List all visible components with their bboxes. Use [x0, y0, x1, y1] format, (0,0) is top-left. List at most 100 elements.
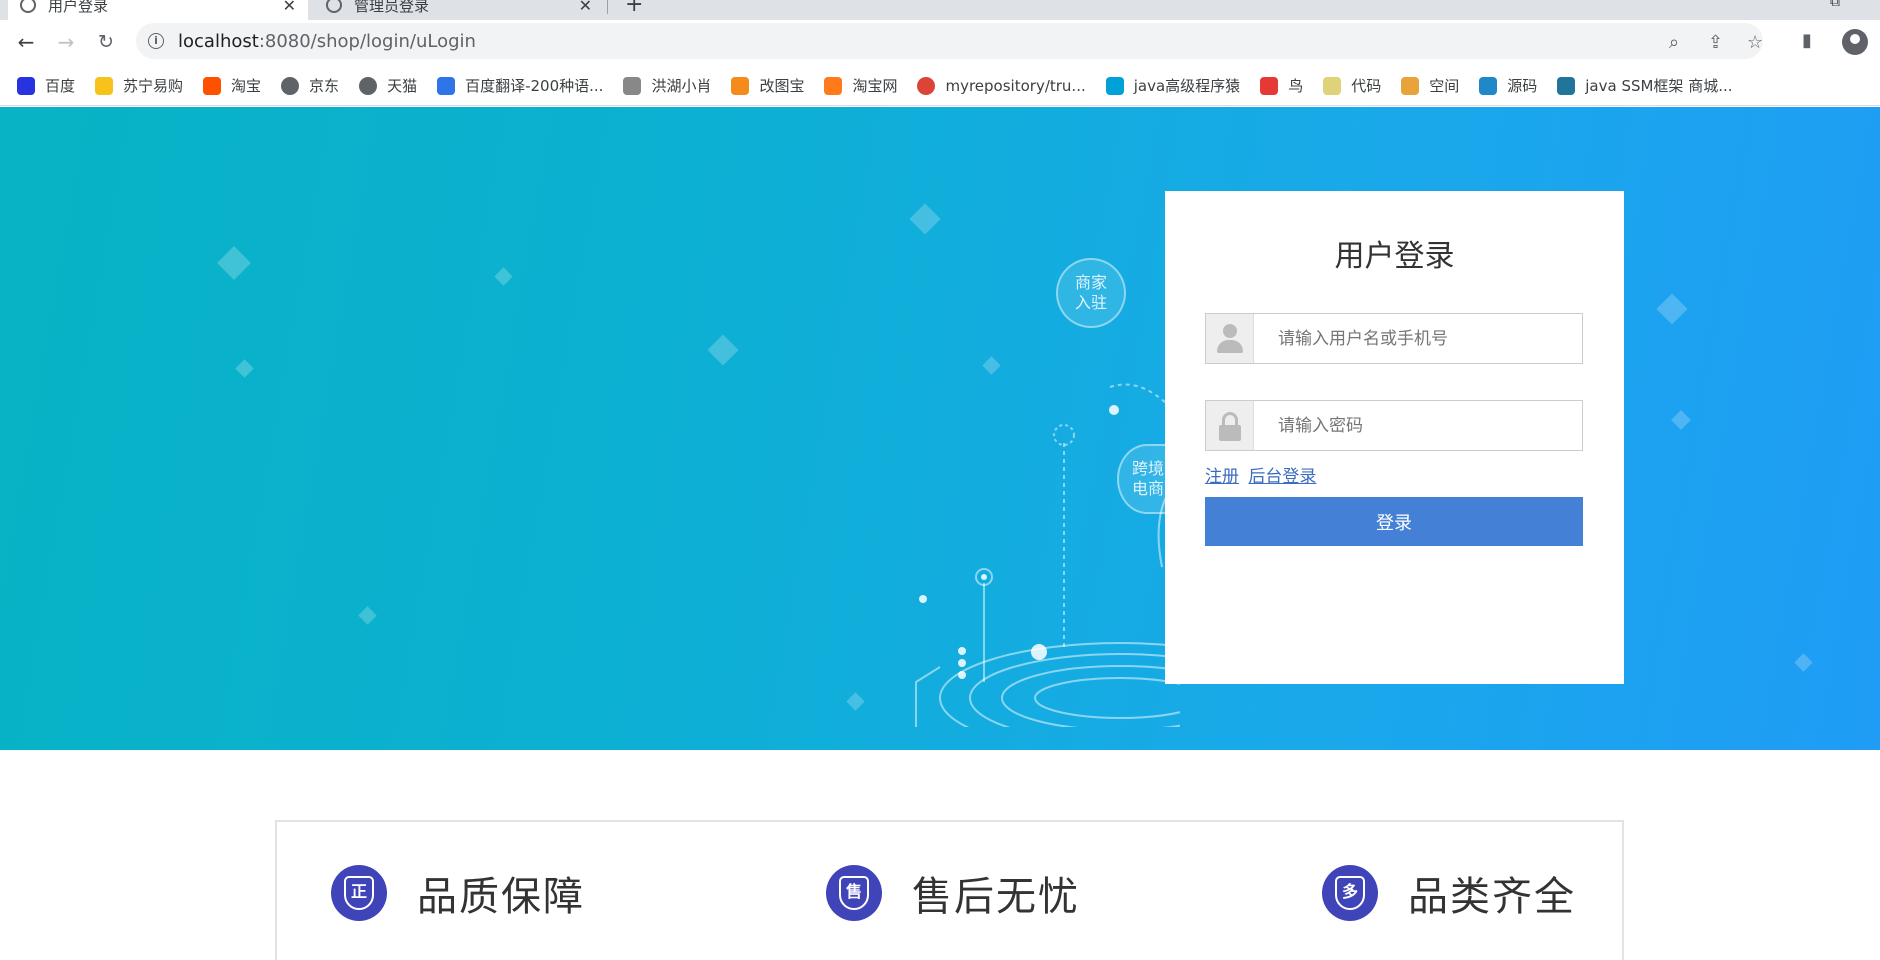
- register-link[interactable]: 注册: [1205, 467, 1239, 487]
- bookmark-label: 天猫: [387, 77, 418, 95]
- gaitubao-icon: [731, 76, 750, 95]
- password-input[interactable]: [1254, 401, 1582, 450]
- bookmark-item[interactable]: 改图宝: [731, 75, 804, 96]
- profile-avatar-icon[interactable]: [1842, 29, 1868, 55]
- tab-title: 管理员登录: [354, 0, 430, 15]
- reload-icon[interactable]: ↻: [91, 27, 121, 57]
- bookmark-item[interactable]: 空间: [1401, 75, 1459, 96]
- feature-label: 品类齐全: [1408, 874, 1576, 920]
- password-field[interactable]: [1205, 400, 1583, 451]
- bubble-label: 跨境 电商: [1131, 459, 1164, 498]
- bookmark-label: 空间: [1429, 77, 1460, 95]
- features-panel: 正 品质保障 售 售后无忧 多 品类齐全: [275, 820, 1624, 960]
- bookmark-item[interactable]: 淘宝: [203, 75, 261, 96]
- url-text[interactable]: localhost:8080/shop/login/uLogin: [178, 31, 476, 52]
- decor-diamond: [494, 267, 513, 286]
- bilibili-icon: [1105, 76, 1124, 95]
- bookmark-item[interactable]: myrepository/tru...: [917, 76, 1086, 95]
- baidu-paw-icon: [17, 76, 35, 95]
- bookmarks-bar: 百度 苏宁易购 淘宝 京东 天猫 百度翻译-200种语... 洪湖小肖 改图宝 淘宝网 myrep…: [0, 66, 1880, 106]
- wordpress-icon: [1557, 76, 1576, 95]
- address-bar[interactable]: i localhost:8080/shop/login/uLogin ⌕ ⇪ ☆: [136, 23, 1763, 59]
- tab-user-login[interactable]: 用户登录 ✕: [8, 0, 308, 20]
- bookmark-item[interactable]: 百度翻译-200种语...: [437, 75, 603, 96]
- bookmark-item[interactable]: java SSM框架 商城...: [1557, 75, 1733, 96]
- decor-diamond: [707, 334, 739, 366]
- bookmark-label: 洪湖小肖: [651, 77, 712, 95]
- share-icon[interactable]: ⇪: [1708, 32, 1723, 53]
- feature-label: 售后无忧: [912, 874, 1080, 920]
- bookmark-label: 鸟: [1288, 77, 1304, 95]
- login-title: 用户登录: [1334, 239, 1455, 274]
- code-icon: [1323, 76, 1342, 95]
- hhxx-icon: [623, 76, 642, 95]
- decor-diamond: [217, 246, 251, 280]
- browser-toolbar: ← → ↻ i localhost:8080/shop/login/uLogin…: [0, 20, 1880, 66]
- bookmark-item[interactable]: 代码: [1323, 75, 1381, 96]
- decor-diamond: [1656, 293, 1688, 325]
- bookmark-item[interactable]: java高级程序猿: [1105, 75, 1241, 96]
- restore-window-icon[interactable]: ⧉: [1830, 0, 1840, 10]
- bookmark-item[interactable]: 鸟: [1260, 75, 1303, 96]
- bookmark-label: 百度翻译-200种语...: [465, 77, 604, 95]
- decor-diamond: [846, 692, 865, 711]
- decor-diamond: [1671, 410, 1691, 430]
- qzone-icon: [1401, 76, 1420, 95]
- bookmark-label: 改图宝: [759, 77, 805, 95]
- bookmark-label: 苏宁易购: [123, 77, 184, 95]
- bookmark-label: 源码: [1507, 77, 1538, 95]
- bookmark-item[interactable]: 洪湖小肖: [623, 75, 711, 96]
- user-icon: [1206, 314, 1254, 363]
- admin-login-link[interactable]: 后台登录: [1248, 467, 1316, 487]
- bookmark-label: 京东: [309, 77, 340, 95]
- quality-badge-icon: 正: [331, 865, 387, 921]
- star-icon[interactable]: ☆: [1747, 32, 1763, 53]
- new-tab-icon[interactable]: +: [625, 0, 643, 17]
- bookmark-item[interactable]: 天猫: [359, 75, 417, 96]
- lock-icon: [1206, 401, 1254, 450]
- globe-icon: [359, 76, 378, 95]
- decor-diamond: [909, 203, 941, 235]
- close-icon[interactable]: ✕: [283, 0, 296, 15]
- translate-icon: [437, 76, 456, 95]
- fish-icon: [1479, 76, 1498, 95]
- bookmark-label: 淘宝网: [852, 77, 898, 95]
- decor-diamond: [358, 606, 377, 625]
- tab-strip: 用户登录 ✕ 管理员登录 ✕ + ⧉: [0, 0, 1880, 20]
- decor-diamond: [1794, 653, 1813, 672]
- bubble-label: 商家 入驻: [1074, 273, 1107, 312]
- side-panel-icon[interactable]: ▮: [1802, 30, 1812, 51]
- tab-admin-login[interactable]: 管理员登录 ✕: [314, 0, 604, 20]
- bookmark-label: java SSM框架 商城...: [1585, 77, 1733, 95]
- feature-quality: 正 品质保障: [331, 864, 585, 922]
- tab-title: 用户登录: [48, 0, 109, 15]
- bookmark-item[interactable]: 源码: [1479, 75, 1537, 96]
- globe-icon: [326, 0, 342, 13]
- bookmark-item[interactable]: 苏宁易购: [95, 75, 183, 96]
- url-host: localhost: [178, 30, 259, 52]
- back-arrow-icon[interactable]: ←: [11, 27, 41, 57]
- bookmark-item[interactable]: 淘宝网: [824, 75, 897, 96]
- merchant-join-bubble: 商家 入驻: [1056, 258, 1126, 328]
- bookmark-label: 淘宝: [231, 77, 262, 95]
- aftersales-badge-icon: 售: [826, 865, 882, 921]
- tab-separator: [607, 0, 608, 14]
- bird-icon: [1260, 76, 1279, 95]
- login-button[interactable]: 登录: [1205, 497, 1583, 546]
- bookmark-item[interactable]: 百度: [17, 75, 75, 96]
- bookmark-label: 百度: [45, 77, 76, 95]
- taobao-icon: [203, 76, 222, 95]
- bookmark-label: 代码: [1351, 77, 1382, 95]
- forward-arrow-icon[interactable]: →: [51, 27, 81, 57]
- close-icon[interactable]: ✕: [579, 0, 592, 15]
- bookmark-item[interactable]: 京东: [281, 75, 339, 96]
- zoom-icon[interactable]: ⌕: [1669, 32, 1679, 53]
- login-links: 注册 后台登录: [1205, 462, 1320, 487]
- site-info-icon[interactable]: i: [148, 33, 164, 49]
- decor-diamond: [235, 359, 254, 378]
- username-field[interactable]: [1205, 313, 1583, 364]
- bookmark-label: java高级程序猿: [1133, 77, 1241, 95]
- username-input[interactable]: [1254, 314, 1582, 363]
- login-card: 用户登录 注册 后台登录 登录: [1165, 191, 1624, 684]
- feature-variety: 多 品类齐全: [1322, 864, 1576, 922]
